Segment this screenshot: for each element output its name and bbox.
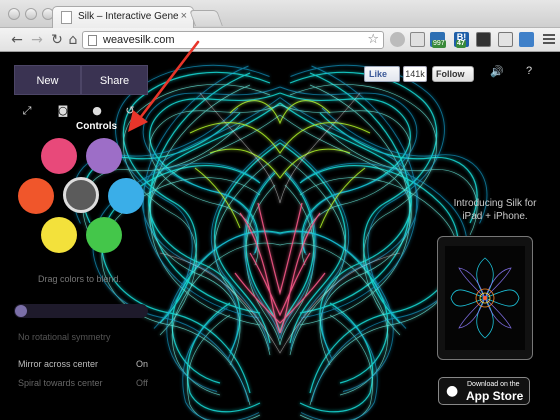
facebook-like-button[interactable]: Like <box>364 66 400 82</box>
rss-badge: 997 <box>432 40 446 48</box>
reader-icon[interactable] <box>519 32 534 47</box>
twitter-follow-label: Follow <box>436 69 465 79</box>
spiral-toggle-value[interactable]: Off <box>136 378 148 388</box>
help-button[interactable]: ? <box>526 65 532 77</box>
undo-icon[interactable]: ↺ <box>123 104 137 118</box>
forward-icon[interactable]: → <box>28 31 46 49</box>
clipboard-icon[interactable] <box>476 32 491 47</box>
tab-bar: Silk – Interactive Generativ × <box>0 0 560 28</box>
browser-window: Silk – Interactive Generativ × ← → ↻ ⌂ w… <box>0 0 560 420</box>
new-button[interactable]: New <box>14 65 81 95</box>
symmetry-label: No rotational symmetry <box>18 332 111 342</box>
spiral-toggle-label[interactable]: Spiral towards center <box>18 378 103 388</box>
url-text: weavesilk.com <box>103 34 175 46</box>
fullscreen-icon[interactable]: ⤢ <box>20 104 34 118</box>
tab-title: Silk – Interactive Generativ <box>78 11 178 22</box>
ipad-preview-image[interactable] <box>437 236 533 360</box>
bookmark-star-icon[interactable]: ☆ <box>367 32 379 47</box>
blend-hint: Drag colors to blend. <box>38 274 122 284</box>
color-swatch-orange[interactable] <box>18 178 54 214</box>
menu-icon[interactable] <box>543 34 555 46</box>
camera-icon[interactable]: ◙ <box>56 104 70 118</box>
facebook-like-count: 141k <box>403 66 427 82</box>
screenshot-icon[interactable] <box>498 32 513 47</box>
mirror-toggle-label[interactable]: Mirror across center <box>18 359 98 369</box>
color-swatch-gray[interactable] <box>63 177 99 213</box>
brush-dot-icon[interactable]: ● <box>90 104 104 118</box>
app-store-small-text: Download on the <box>467 381 520 388</box>
twitter-follow-button[interactable]: Follow <box>432 66 474 82</box>
new-tab-button[interactable] <box>189 10 223 26</box>
controls-heading[interactable]: Controls <box>76 121 117 132</box>
home-icon[interactable]: ⌂ <box>64 31 82 49</box>
color-swatch-green[interactable] <box>86 217 122 253</box>
app-store-big-text: App Store <box>466 389 524 403</box>
color-swatch-pink[interactable] <box>41 138 77 174</box>
tool-icons: ⤢ ◙ ● ↺ <box>20 104 140 118</box>
ipad-silk-flower-image <box>450 257 520 339</box>
apple-logo-icon: ● <box>446 383 459 399</box>
close-window-button[interactable] <box>8 8 20 20</box>
bookmark-icon[interactable]: B! 47 <box>454 32 469 48</box>
ios-promo: Introducing Silk for iPad + iPhone. <box>430 197 560 223</box>
page-favicon-icon <box>61 11 72 24</box>
extension-circle-icon[interactable] <box>390 32 405 47</box>
color-swatch-blue[interactable] <box>108 178 144 214</box>
tab-close-icon[interactable]: × <box>181 10 187 22</box>
facebook-like-label: Like <box>369 69 388 79</box>
pocket-icon[interactable] <box>410 32 425 47</box>
bookmark-badge: 47 <box>456 40 466 48</box>
silk-canvas-page[interactable]: New Share ⤢ ◙ ● ↺ Controls Drag colors t… <box>0 53 560 420</box>
address-bar[interactable]: weavesilk.com ☆ <box>82 31 384 49</box>
symmetry-slider-knob[interactable] <box>15 305 27 317</box>
page-icon <box>88 35 97 46</box>
ipad-screen <box>445 246 525 350</box>
color-swatch-purple[interactable] <box>86 138 122 174</box>
promo-line-1: Introducing Silk for <box>453 198 537 209</box>
symmetry-slider[interactable] <box>14 304 148 318</box>
color-swatch-yellow[interactable] <box>41 217 77 253</box>
back-icon[interactable]: ← <box>8 31 26 49</box>
promo-line-2: iPad + iPhone. <box>462 211 528 222</box>
mirror-toggle-value[interactable]: On <box>136 359 148 369</box>
browser-tab[interactable]: Silk – Interactive Generativ × <box>52 6 194 28</box>
app-store-badge[interactable]: ● Download on the App Store <box>438 377 530 405</box>
minimize-window-button[interactable] <box>25 8 37 20</box>
browser-toolbar: ← → ↻ ⌂ weavesilk.com ☆ 997 B! 47 <box>0 28 560 52</box>
rss-icon[interactable]: 997 <box>430 32 446 48</box>
sound-toggle-icon[interactable]: 🔊 <box>490 65 504 78</box>
action-buttons: New Share <box>14 65 148 95</box>
share-button[interactable]: Share <box>81 65 148 95</box>
